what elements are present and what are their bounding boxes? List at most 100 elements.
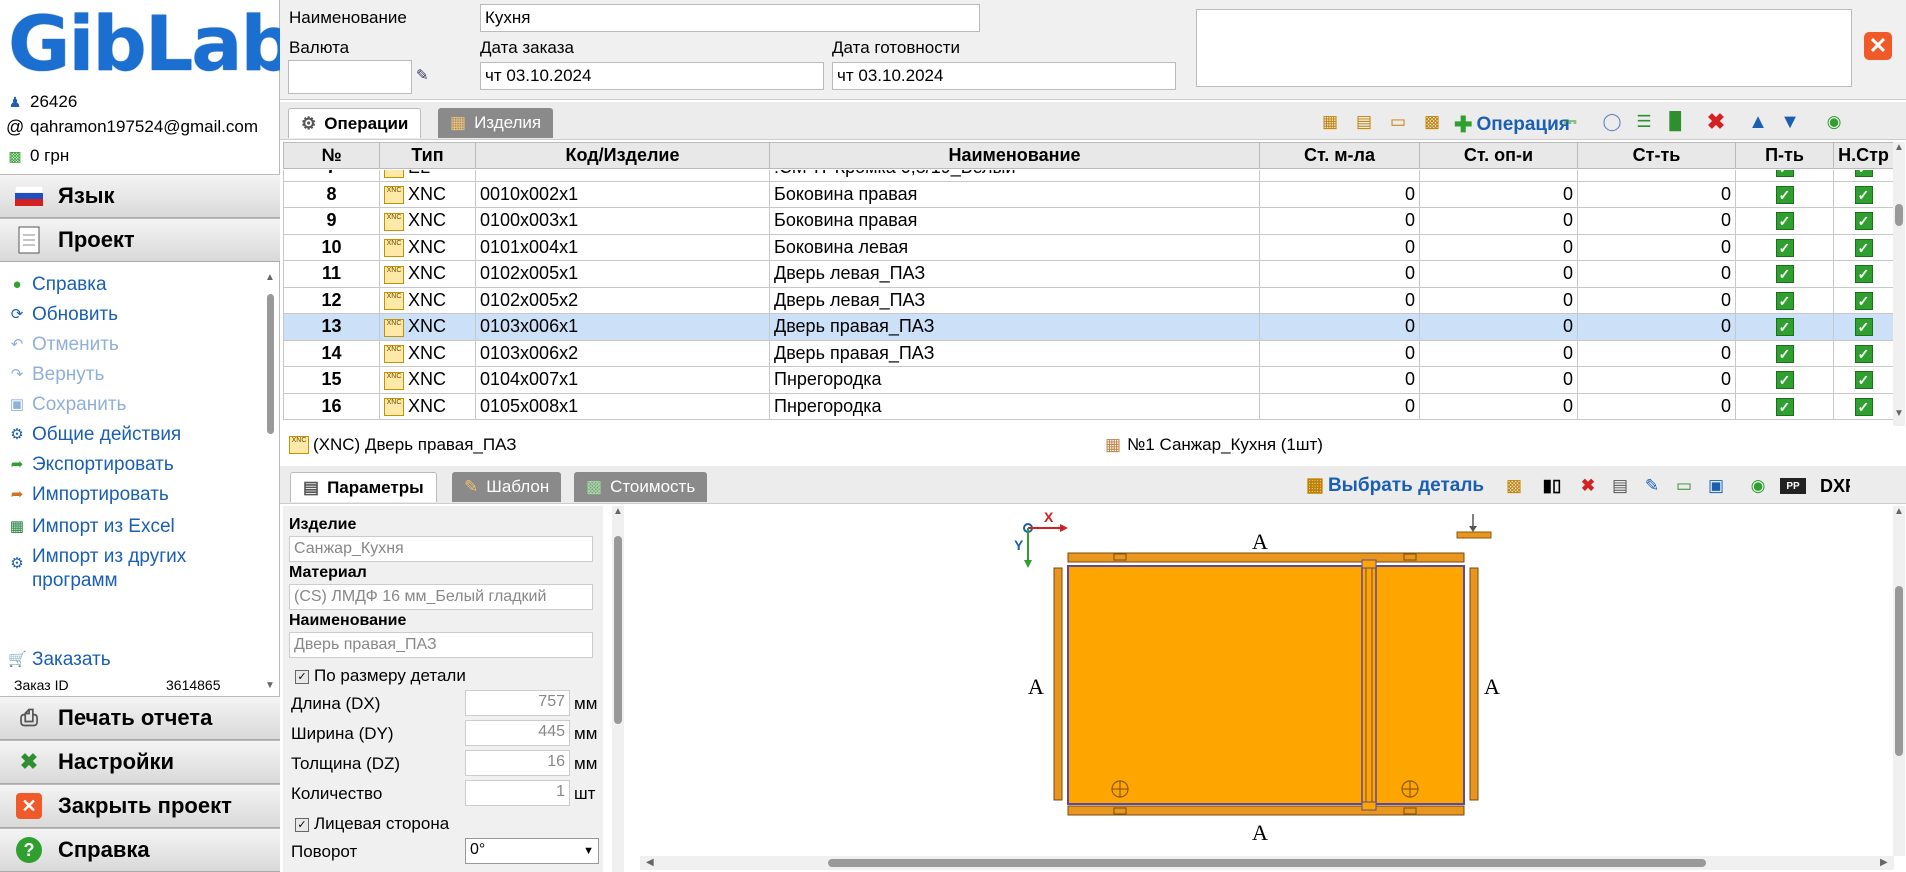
table-row[interactable]: 16 XNC XNC 0105x008x1 Пнрегородка 0 0 0 ✓ ✓ bbox=[283, 392, 1893, 420]
chart-bars-icon[interactable]: ▉ bbox=[1664, 110, 1688, 134]
col-num[interactable]: № bbox=[283, 142, 380, 169]
currency-edit-icon[interactable]: ✎ bbox=[416, 66, 436, 86]
width-input[interactable]: 445 bbox=[465, 720, 570, 746]
settings-button[interactable]: ✖ Настройки bbox=[0, 740, 280, 784]
menu-undo[interactable]: ↶ Отменить bbox=[8, 330, 266, 360]
checkbox-checked-icon[interactable]: ✓ bbox=[1775, 170, 1794, 178]
table-row[interactable]: 12 XNC XNC 0102x005x2 Дверь левая_ПАЗ 0 0 0 ✓ ✓ bbox=[283, 286, 1893, 314]
checkbox-checked-icon[interactable]: ✓ bbox=[1854, 397, 1873, 416]
params-scrollbar[interactable]: ▲ bbox=[612, 506, 624, 872]
print-report-button[interactable]: ⎙ Печать отчета bbox=[0, 696, 280, 740]
xnc-icon[interactable]: ▩ bbox=[1420, 110, 1444, 134]
move-down-icon[interactable]: ▼ bbox=[1778, 110, 1802, 134]
col-operation-cost[interactable]: Ст. оп-и bbox=[1419, 142, 1578, 169]
tab-params[interactable]: ▤ Параметры bbox=[290, 472, 437, 502]
tab-template[interactable]: ✎ Шаблон bbox=[452, 472, 562, 502]
table-row[interactable]: 8 XNC XNC 0010x002x1 Боковина правая 0 0 0 ✓ ✓ bbox=[283, 180, 1893, 208]
pp-icon[interactable]: PP bbox=[1780, 478, 1806, 494]
face-side-checkbox[interactable]: ✓ Лицевая сторона bbox=[295, 814, 449, 834]
language-button[interactable]: Язык bbox=[0, 174, 280, 218]
checkbox-checked-icon[interactable]: ✓ bbox=[1775, 265, 1794, 284]
checkbox-checked-icon[interactable]: ✓ bbox=[1775, 212, 1794, 231]
open-icon[interactable]: ▭ bbox=[1672, 474, 1696, 498]
checkbox-checked-icon[interactable]: ✓ bbox=[1854, 265, 1873, 284]
rotation-select[interactable]: 0° ▼ bbox=[465, 838, 599, 864]
drawing-hscrollbar[interactable]: ◀ ▶ bbox=[640, 856, 1894, 870]
part-name-input[interactable]: Дверь правая_ПАЗ bbox=[289, 632, 593, 658]
list-icon[interactable]: ☰ bbox=[1632, 110, 1656, 134]
checkbox-checked-icon[interactable]: ✓ bbox=[1775, 397, 1794, 416]
dxf-icon[interactable]: DXF bbox=[1820, 474, 1850, 498]
menu-redo[interactable]: ↷ Вернуть bbox=[8, 360, 266, 390]
hscroll-thumb[interactable] bbox=[828, 859, 1706, 867]
tab-operations[interactable]: ⚙ Операции bbox=[288, 108, 422, 138]
col-p[interactable]: П-ть bbox=[1735, 142, 1834, 169]
menu-help[interactable]: ● Справка bbox=[8, 270, 266, 300]
col-name[interactable]: Наименование bbox=[769, 142, 1260, 169]
grid-add-icon[interactable]: ▦ bbox=[1318, 110, 1342, 134]
table-row[interactable]: 15 XNC XNC 0104x007x1 Пнрегородка 0 0 0 ✓ ✓ bbox=[283, 366, 1893, 394]
menu-save[interactable]: ▣ Сохранить bbox=[8, 390, 266, 420]
close-project-button[interactable]: ✕ Закрыть проект bbox=[0, 784, 280, 828]
checkbox-checked-icon[interactable]: ✓ bbox=[1854, 170, 1873, 178]
checkbox-checked-icon[interactable]: ✓ bbox=[1854, 318, 1873, 337]
checkbox-checked-icon[interactable]: ✓ bbox=[1854, 291, 1873, 310]
doc-icon[interactable]: ▤ bbox=[1608, 474, 1632, 498]
thickness-input[interactable]: 16 bbox=[465, 750, 570, 776]
material-input[interactable]: (CS) ЛМДФ 16 мм_Белый гладкий bbox=[289, 584, 593, 610]
tab-cost[interactable]: ▩ Стоимость bbox=[574, 472, 708, 502]
table-row[interactable]: 9 XNC XNC 0100x003x1 Боковина правая 0 0 0 ✓ ✓ bbox=[283, 207, 1893, 235]
col-cost[interactable]: Ст-ть bbox=[1577, 142, 1736, 169]
draw-scroll-thumb[interactable] bbox=[1895, 586, 1903, 756]
table-row[interactable]: 14 XNC XNC 0103x006x2 Дверь правая_ПАЗ 0 0 0 ✓ ✓ bbox=[283, 339, 1893, 367]
database-icon[interactable]: ◯ bbox=[1600, 110, 1624, 134]
grid-scroll-thumb[interactable] bbox=[1895, 204, 1903, 226]
name-input[interactable]: Кухня bbox=[480, 4, 980, 32]
product-input[interactable]: Санжар_Кухня bbox=[289, 536, 593, 562]
checkbox-checked-icon[interactable]: ✓ bbox=[1854, 344, 1873, 363]
quantity-input[interactable]: 1 bbox=[465, 780, 570, 806]
menu-common-actions[interactable]: ⚙ Общие действия bbox=[8, 420, 266, 450]
params-scroll-thumb[interactable] bbox=[614, 536, 622, 724]
columns-icon[interactable]: ▤ bbox=[1352, 110, 1376, 134]
col-type[interactable]: Тип bbox=[379, 142, 476, 169]
sidebar-scrollbar[interactable]: ▲ ▼ bbox=[265, 272, 275, 692]
checkbox-checked-icon[interactable]: ✓ bbox=[1775, 344, 1794, 363]
col-material-cost[interactable]: Ст. м-ла bbox=[1259, 142, 1420, 169]
checkbox-checked-icon[interactable]: ✓ bbox=[1775, 291, 1794, 310]
col-nstr[interactable]: Н.Стр bbox=[1833, 142, 1894, 169]
table-row[interactable]: 11 XNC XNC 0102x005x1 Дверь левая_ПАЗ 0 0 0 ✓ ✓ bbox=[283, 260, 1893, 288]
currency-input[interactable] bbox=[288, 60, 412, 94]
col-code[interactable]: Код/Изделие bbox=[475, 142, 770, 169]
add-operation-button[interactable]: ✚ Операция bbox=[1454, 112, 1570, 138]
checkbox-checked-icon[interactable]: ✓ bbox=[1775, 318, 1794, 337]
checkbox-checked-icon[interactable]: ✓ bbox=[1775, 238, 1794, 257]
scrollbar-thumb[interactable] bbox=[267, 294, 274, 434]
ready-date-input[interactable]: чт 03.10.2024 bbox=[832, 62, 1176, 90]
project-button[interactable]: Проект bbox=[0, 218, 280, 262]
checkbox-checked-icon[interactable]: ✓ bbox=[1854, 212, 1873, 231]
edit-doc-icon[interactable]: ✎ bbox=[1640, 474, 1664, 498]
menu-import-other[interactable]: ⚙ Импорт из других программ bbox=[8, 542, 266, 596]
checkbox-checked-icon[interactable]: ✓ bbox=[1854, 238, 1873, 257]
help-part-icon[interactable]: ◉ bbox=[1746, 474, 1770, 498]
menu-export[interactable]: ➦ Экспортировать bbox=[8, 450, 266, 480]
copy-operation-icon[interactable]: ⎓ bbox=[1558, 110, 1582, 134]
barcode-icon[interactable]: ▮▯ bbox=[1540, 474, 1564, 498]
checkbox-checked-icon[interactable]: ✓ bbox=[1854, 371, 1873, 390]
menu-refresh[interactable]: ⟳ Обновить bbox=[8, 300, 266, 330]
help-button[interactable]: ? Справка bbox=[0, 828, 280, 872]
delete-part-icon[interactable]: ✖ bbox=[1576, 474, 1600, 498]
help-small-icon[interactable]: ◉ bbox=[1822, 110, 1846, 134]
move-up-icon[interactable]: ▲ bbox=[1746, 110, 1770, 134]
grid-scrollbar[interactable]: ▲ ▼ bbox=[1893, 142, 1905, 426]
order-button[interactable]: 🛒 Заказать bbox=[8, 645, 111, 675]
comment-textarea[interactable] bbox=[1196, 9, 1852, 87]
delete-icon[interactable]: ✖ bbox=[1704, 109, 1728, 134]
menu-import[interactable]: ➦ Импортировать bbox=[8, 480, 266, 510]
checkbox-checked-icon[interactable]: ✓ bbox=[1775, 371, 1794, 390]
drawing-vscrollbar[interactable]: ▲ bbox=[1893, 506, 1905, 856]
close-form-button[interactable]: ✕ bbox=[1864, 32, 1892, 60]
select-part-button[interactable]: ▦ Выбрать деталь bbox=[1306, 474, 1484, 497]
menu-import-excel[interactable]: ▦ Импорт из Excel bbox=[8, 512, 266, 542]
